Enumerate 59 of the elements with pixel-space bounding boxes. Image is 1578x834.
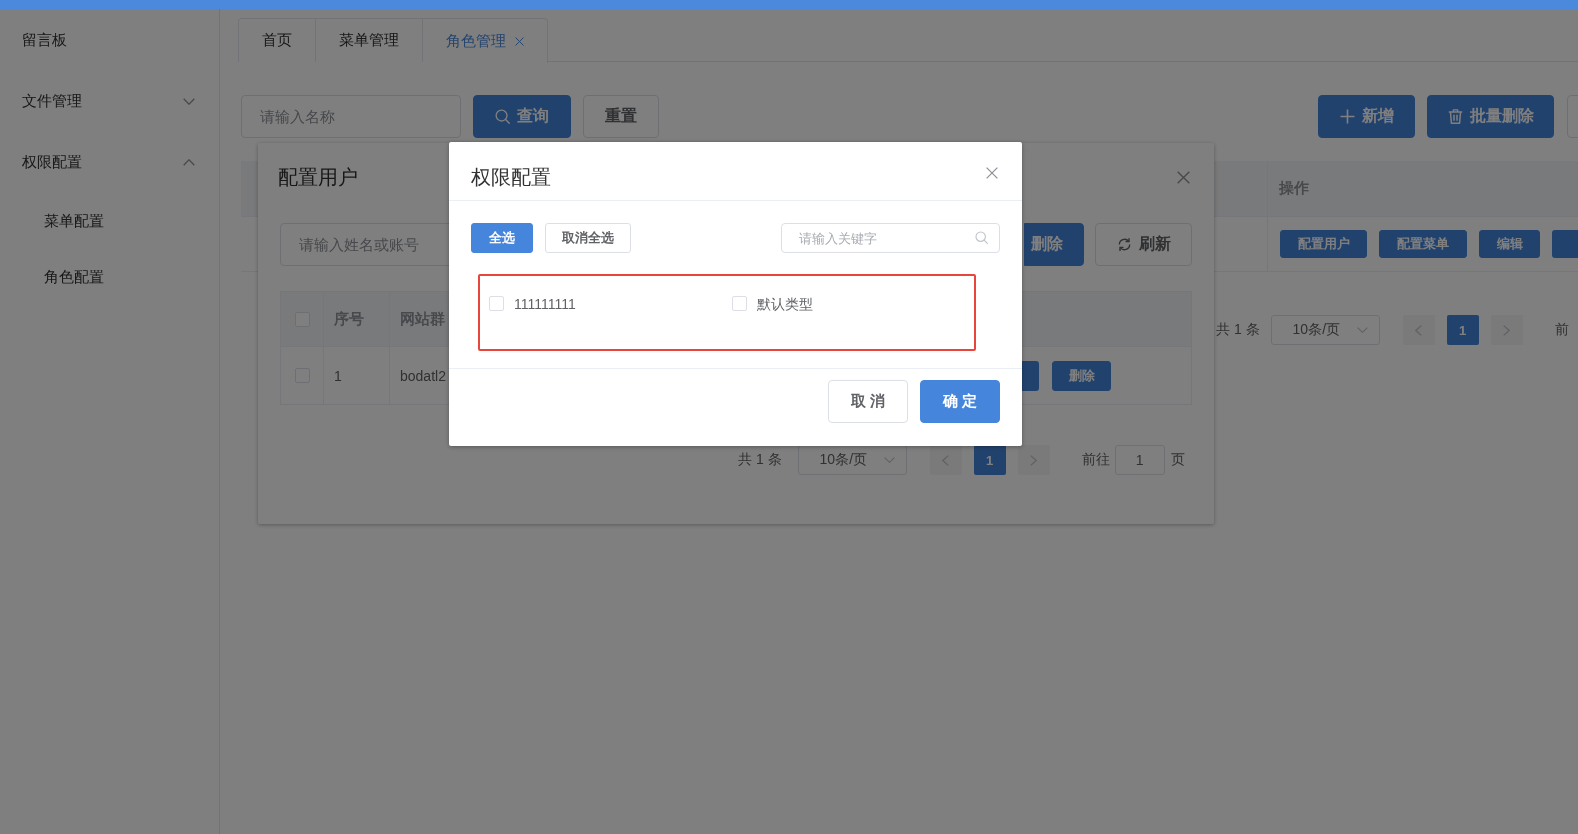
sidebar-subitem[interactable]: 菜单配置 [0, 193, 219, 249]
checkbox[interactable] [731, 296, 747, 311]
query-button[interactable]: 查询 [473, 95, 571, 138]
sidebar-item[interactable]: 文件管理 [0, 71, 219, 132]
jump-label: 前 [1554, 321, 1569, 339]
page-unit-label: 页 [1170, 451, 1185, 469]
page-size-select[interactable]: 10条/页 [797, 445, 907, 475]
keyword-search-field[interactable]: 请输入关键字 [781, 223, 1000, 253]
plus-icon [1339, 109, 1355, 124]
batch-delete-button[interactable]: 删除 [1024, 223, 1084, 266]
row-action-button[interactable]: 配置菜单 [1379, 230, 1467, 258]
chevron-left-icon [942, 454, 950, 466]
chevron-right-icon [1503, 324, 1511, 336]
total-count: 共 1 条 [738, 451, 782, 469]
select-all-button[interactable]: 全选 [471, 223, 533, 253]
tab[interactable]: 菜单管理 [316, 18, 423, 62]
previous-page-button[interactable] [929, 445, 962, 475]
close-icon[interactable] [515, 36, 524, 46]
next-page-button[interactable] [1490, 315, 1523, 345]
row-action-button[interactable]: 配置用户 [1280, 230, 1367, 258]
add-button[interactable]: 新增 [1318, 95, 1415, 138]
reset-button[interactable]: 重置 [583, 95, 659, 138]
dialog-title: 配置用户 [278, 164, 358, 190]
cropped-button[interactable] [1022, 360, 1039, 391]
chevron-down-icon [883, 457, 895, 463]
close-icon[interactable] [1177, 170, 1190, 184]
chevron-left-icon [1415, 324, 1423, 336]
page-button[interactable]: 1 [973, 445, 1006, 475]
trash-icon [1447, 109, 1463, 124]
search-icon [495, 109, 510, 124]
table-cell: 1 [323, 347, 389, 404]
next-page-button[interactable] [1017, 445, 1050, 475]
sidebar-subitem[interactable]: 角色配置 [0, 249, 219, 305]
row-delete-button[interactable]: 删除 [1052, 360, 1111, 391]
batch-delete-button[interactable]: 批量删除 [1427, 95, 1554, 138]
chevron-right-icon [1030, 454, 1038, 466]
refresh-button[interactable]: 刷新 [1095, 223, 1192, 266]
page-button[interactable]: 1 [1446, 315, 1479, 345]
tab[interactable]: 角色管理 [423, 18, 548, 63]
option-label: 111111111 [514, 296, 576, 312]
row-action-button[interactable]: 编辑 [1479, 230, 1540, 258]
tab[interactable]: 首页 [238, 18, 316, 62]
jump-label: 前往 [1081, 451, 1110, 469]
chevron-down-icon [1356, 327, 1368, 333]
checkbox[interactable] [489, 296, 504, 311]
cancel-button[interactable]: 取 消 [828, 380, 908, 423]
sidebar-item[interactable]: 留言板 [0, 10, 219, 71]
close-icon[interactable] [986, 166, 998, 179]
confirm-button[interactable]: 确 定 [920, 380, 1000, 423]
refresh-icon [1116, 237, 1132, 252]
search-icon [975, 231, 988, 244]
total-count: 共 1 条 [1216, 321, 1260, 339]
table-cell: bodatl2 [389, 347, 448, 404]
dialog-title: 权限配置 [471, 164, 551, 190]
page-jump-input[interactable]: 1 [1114, 445, 1165, 475]
deselect-all-button[interactable]: 取消全选 [545, 223, 631, 253]
option-label: 默认类型 [756, 296, 813, 312]
page-size-select[interactable]: 10条/页 [1270, 315, 1380, 345]
sidebar-item[interactable]: 权限配置 [0, 132, 219, 193]
